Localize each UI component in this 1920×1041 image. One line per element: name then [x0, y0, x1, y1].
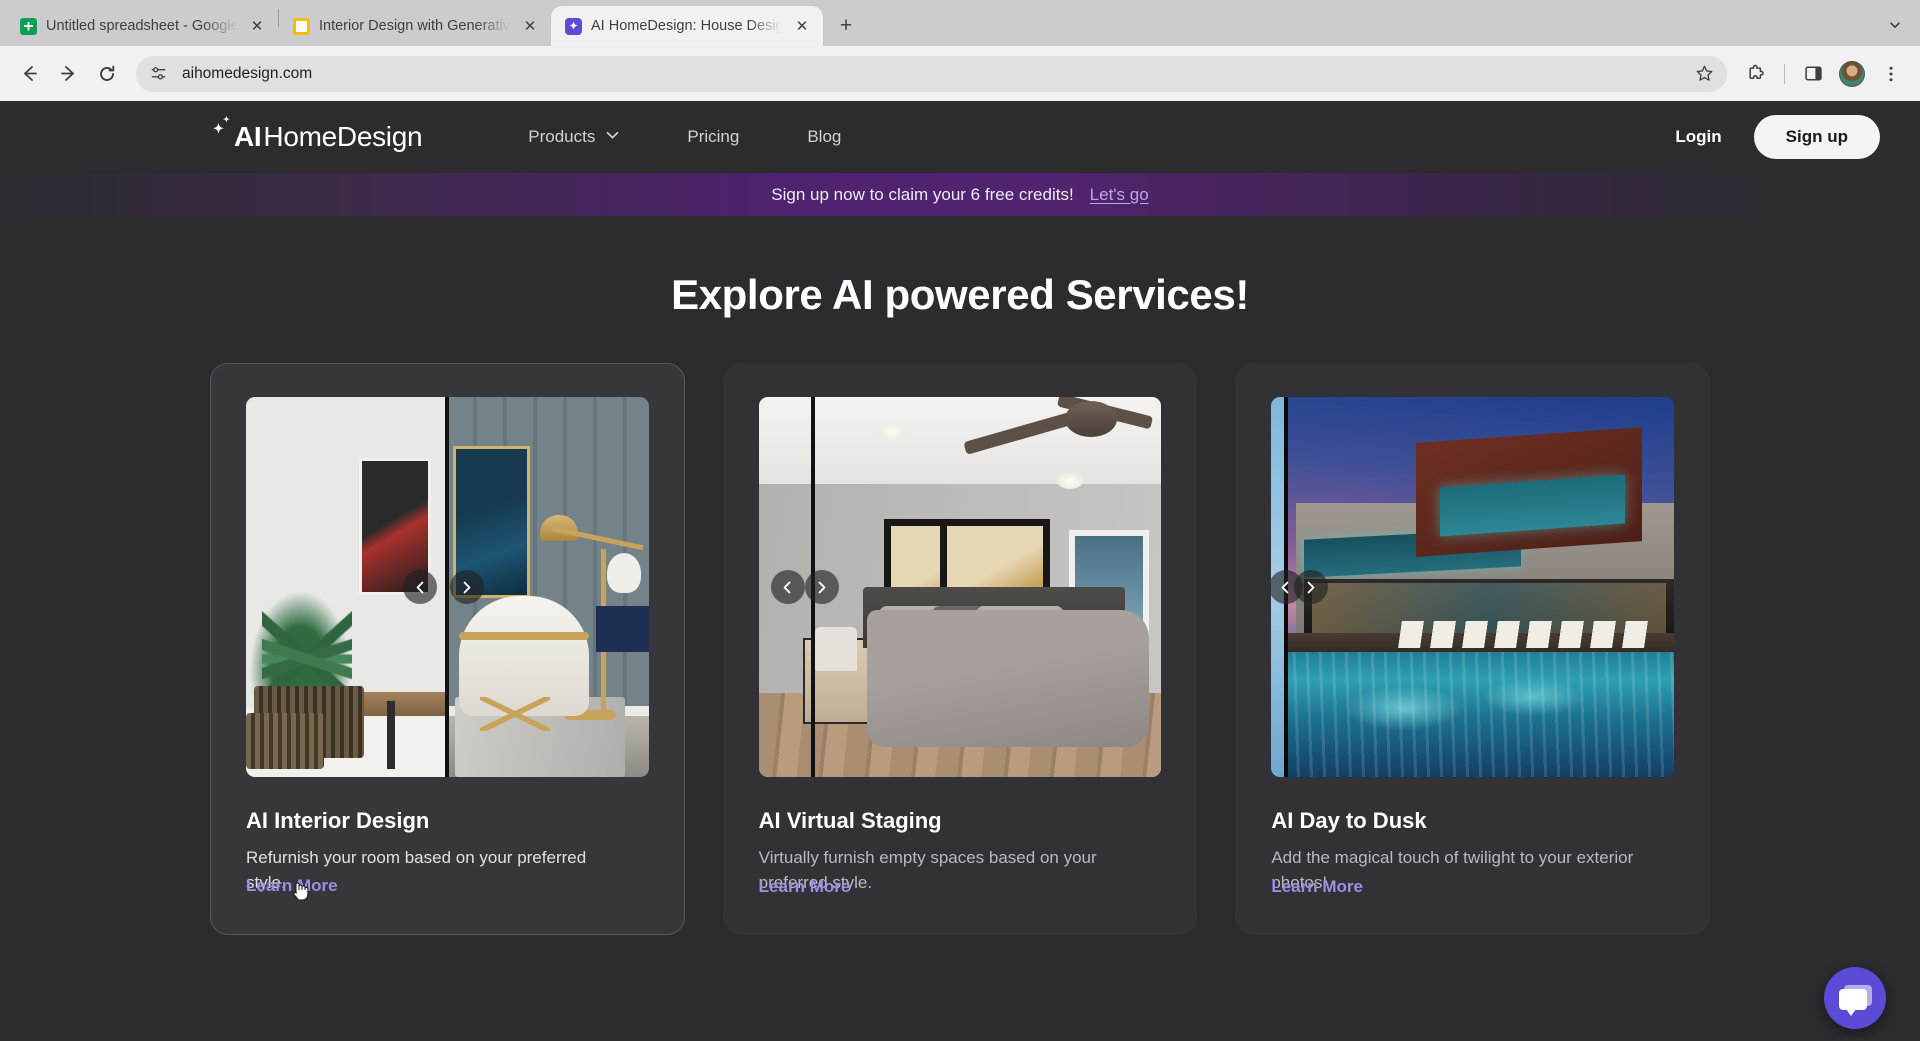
carousel-next-button[interactable] — [450, 570, 484, 604]
puzzle-piece-icon[interactable] — [1738, 56, 1774, 92]
reload-icon[interactable] — [89, 56, 125, 92]
pool-light — [1481, 678, 1586, 716]
chat-bubbles-icon[interactable] — [1824, 967, 1886, 1029]
basket-small — [246, 713, 324, 769]
close-icon[interactable]: ✕ — [519, 15, 541, 37]
pool-reflection — [1271, 652, 1674, 777]
bed — [867, 610, 1149, 747]
carousel-prev-button[interactable] — [403, 570, 437, 604]
promo-text: Sign up now to claim your 6 free credits… — [771, 185, 1073, 205]
service-card-ai-virtual-staging[interactable]: AI Virtual Staging Virtually furnish emp… — [723, 363, 1198, 935]
learn-more-link[interactable]: Learn More — [246, 876, 338, 896]
card-media-bedroom[interactable] — [759, 397, 1162, 777]
tab-strip: Untitled spreadsheet - Google Sheets ✕ I… — [0, 0, 1920, 46]
login-link[interactable]: Login — [1675, 127, 1721, 147]
nav-label: Pricing — [687, 127, 739, 147]
service-card-ai-day-to-dusk[interactable]: AI Day to Dusk Add the magical touch of … — [1235, 363, 1710, 935]
browser-window: Untitled spreadsheet - Google Sheets ✕ I… — [0, 0, 1920, 1041]
promo-banner: Sign up now to claim your 6 free credits… — [0, 173, 1920, 216]
interior-design-icon — [293, 18, 310, 35]
pool-loungers — [1398, 621, 1651, 648]
avatar-icon[interactable] — [1834, 56, 1870, 92]
logo-suffix: HomeDesign — [263, 121, 422, 153]
promo-lets-go-link[interactable]: Let's go — [1090, 185, 1149, 205]
browser-tab-1[interactable]: Untitled spreadsheet - Google Sheets ✕ — [6, 6, 278, 46]
page-bottom-edge — [0, 1037, 1920, 1041]
tab-title: Interior Design with Generative AI — [319, 18, 510, 34]
signup-button[interactable]: Sign up — [1754, 115, 1880, 159]
site-logo[interactable]: AI HomeDesign — [210, 121, 422, 153]
sparkles-icon — [210, 123, 232, 151]
web-page-content: AI HomeDesign Products Pricing Blog — [0, 101, 1920, 1041]
before-after-divider[interactable] — [445, 397, 449, 777]
address-bar[interactable]: aihomedesign.com — [136, 56, 1727, 92]
desk-leg — [387, 701, 395, 769]
chevron-down-icon[interactable] — [1880, 10, 1910, 40]
site-nav: Products Pricing Blog — [494, 117, 875, 157]
side-panel-icon[interactable] — [1795, 56, 1831, 92]
avatar — [1839, 61, 1865, 87]
header-actions: Login Sign up — [1675, 115, 1880, 159]
browser-tab-3-active[interactable]: AI HomeDesign: House Design ✕ — [551, 6, 823, 46]
back-arrow-icon[interactable] — [11, 56, 47, 92]
vase — [607, 553, 641, 593]
learn-more-link[interactable]: Learn More — [759, 877, 851, 897]
card-title: AI Day to Dusk — [1271, 808, 1674, 834]
browser-toolbar: aihomedesign.com — [0, 46, 1920, 101]
carousel-next-button[interactable] — [805, 570, 839, 604]
ceiling-light — [1057, 473, 1083, 489]
ai-homedesign-icon — [565, 18, 582, 35]
browser-tab-2[interactable]: Interior Design with Generative AI ✕ — [279, 6, 551, 46]
new-tab-button[interactable]: + — [829, 9, 863, 43]
chair-band — [459, 632, 589, 640]
close-icon[interactable]: ✕ — [246, 15, 268, 37]
carousel-prev-button[interactable] — [771, 570, 805, 604]
table-lamp — [815, 627, 857, 671]
services-card-grid: AI Interior Design Refurnish your room b… — [0, 363, 1920, 935]
carousel-next-button[interactable] — [1294, 570, 1328, 604]
chair-legs — [480, 697, 550, 731]
nav-item-pricing[interactable]: Pricing — [653, 117, 773, 157]
forward-arrow-icon[interactable] — [50, 56, 86, 92]
tab-title: Untitled spreadsheet - Google Sheets — [46, 18, 237, 34]
tab-title: AI HomeDesign: House Design — [591, 18, 782, 34]
nav-item-blog[interactable]: Blog — [773, 117, 875, 157]
card-title: AI Interior Design — [246, 808, 649, 834]
ceiling-fan — [1065, 401, 1117, 437]
learn-more-link[interactable]: Learn More — [1271, 877, 1363, 897]
nav-label: Products — [528, 127, 595, 147]
card-media-exterior[interactable] — [1271, 397, 1674, 777]
service-card-ai-interior-design[interactable]: AI Interior Design Refurnish your room b… — [210, 363, 685, 935]
nav-label: Blog — [807, 127, 841, 147]
ceiling-light — [879, 424, 905, 440]
toolbar-divider — [1784, 64, 1785, 84]
logo-prefix: AI — [234, 121, 261, 153]
site-header: AI HomeDesign Products Pricing Blog — [0, 101, 1920, 173]
cabinet — [596, 606, 648, 652]
card-media-before-after[interactable] — [246, 397, 649, 777]
chevron-down-icon — [606, 131, 619, 143]
star-icon[interactable] — [1689, 59, 1719, 89]
close-icon[interactable]: ✕ — [791, 15, 813, 37]
page-title: Explore AI powered Services! — [0, 271, 1920, 319]
pool-light — [1344, 686, 1465, 732]
url-text[interactable]: aihomedesign.com — [182, 65, 1679, 83]
day-to-dusk-image — [1271, 397, 1674, 777]
nav-item-products[interactable]: Products — [494, 117, 653, 157]
card-title: AI Virtual Staging — [759, 808, 1162, 834]
tune-icon[interactable] — [144, 60, 172, 88]
chat-bubble-front — [1839, 989, 1867, 1010]
google-sheets-icon — [20, 18, 37, 35]
three-dot-menu-icon[interactable] — [1873, 56, 1909, 92]
